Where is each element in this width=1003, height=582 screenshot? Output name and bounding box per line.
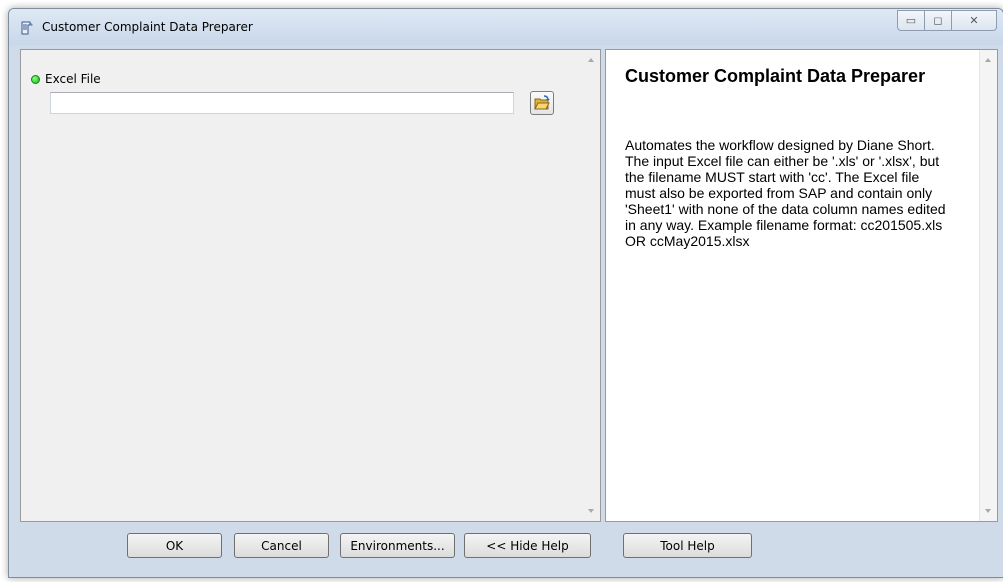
parameters-pane: Excel File [20, 49, 601, 522]
cancel-button[interactable]: Cancel [234, 533, 329, 558]
help-pane: Customer Complaint Data Preparer Automat… [605, 49, 998, 522]
help-title: Customer Complaint Data Preparer [625, 66, 926, 86]
scroll-up-icon[interactable] [985, 58, 991, 62]
maximize-button[interactable]: ◻ [925, 10, 952, 31]
required-indicator-icon [31, 74, 40, 84]
excel-file-parameter: Excel File [31, 72, 101, 86]
close-icon: ✕ [969, 15, 979, 27]
window-title: Customer Complaint Data Preparer [42, 20, 253, 34]
tool-dialog-window: Customer Complaint Data Preparer ▭ ◻ ✕ E… [8, 8, 1003, 578]
minimize-button[interactable]: ▭ [897, 10, 925, 31]
open-folder-icon [534, 95, 550, 110]
script-tool-icon [19, 20, 35, 36]
excel-file-label: Excel File [45, 72, 101, 86]
tool-help-button[interactable]: Tool Help [623, 533, 752, 558]
title-bar[interactable]: Customer Complaint Data Preparer ▭ ◻ ✕ [9, 9, 1003, 45]
help-scrollbar[interactable] [979, 50, 997, 521]
scroll-down-icon[interactable] [588, 509, 594, 513]
hide-help-button[interactable]: << Hide Help [464, 533, 591, 558]
scroll-up-icon[interactable] [588, 58, 594, 62]
maximize-icon: ◻ [933, 15, 943, 27]
environments-button[interactable]: Environments... [340, 533, 455, 558]
caption-buttons: ▭ ◻ ✕ [897, 10, 997, 31]
help-description: Automates the workflow designed by Diane… [625, 137, 946, 249]
minimize-icon: ▭ [905, 15, 917, 27]
close-button[interactable]: ✕ [952, 10, 997, 31]
excel-file-input[interactable] [50, 92, 514, 114]
parameters-scrollbar[interactable] [583, 50, 600, 521]
scroll-down-icon[interactable] [985, 509, 991, 513]
browse-button[interactable] [530, 91, 554, 115]
ok-button[interactable]: OK [127, 533, 222, 558]
